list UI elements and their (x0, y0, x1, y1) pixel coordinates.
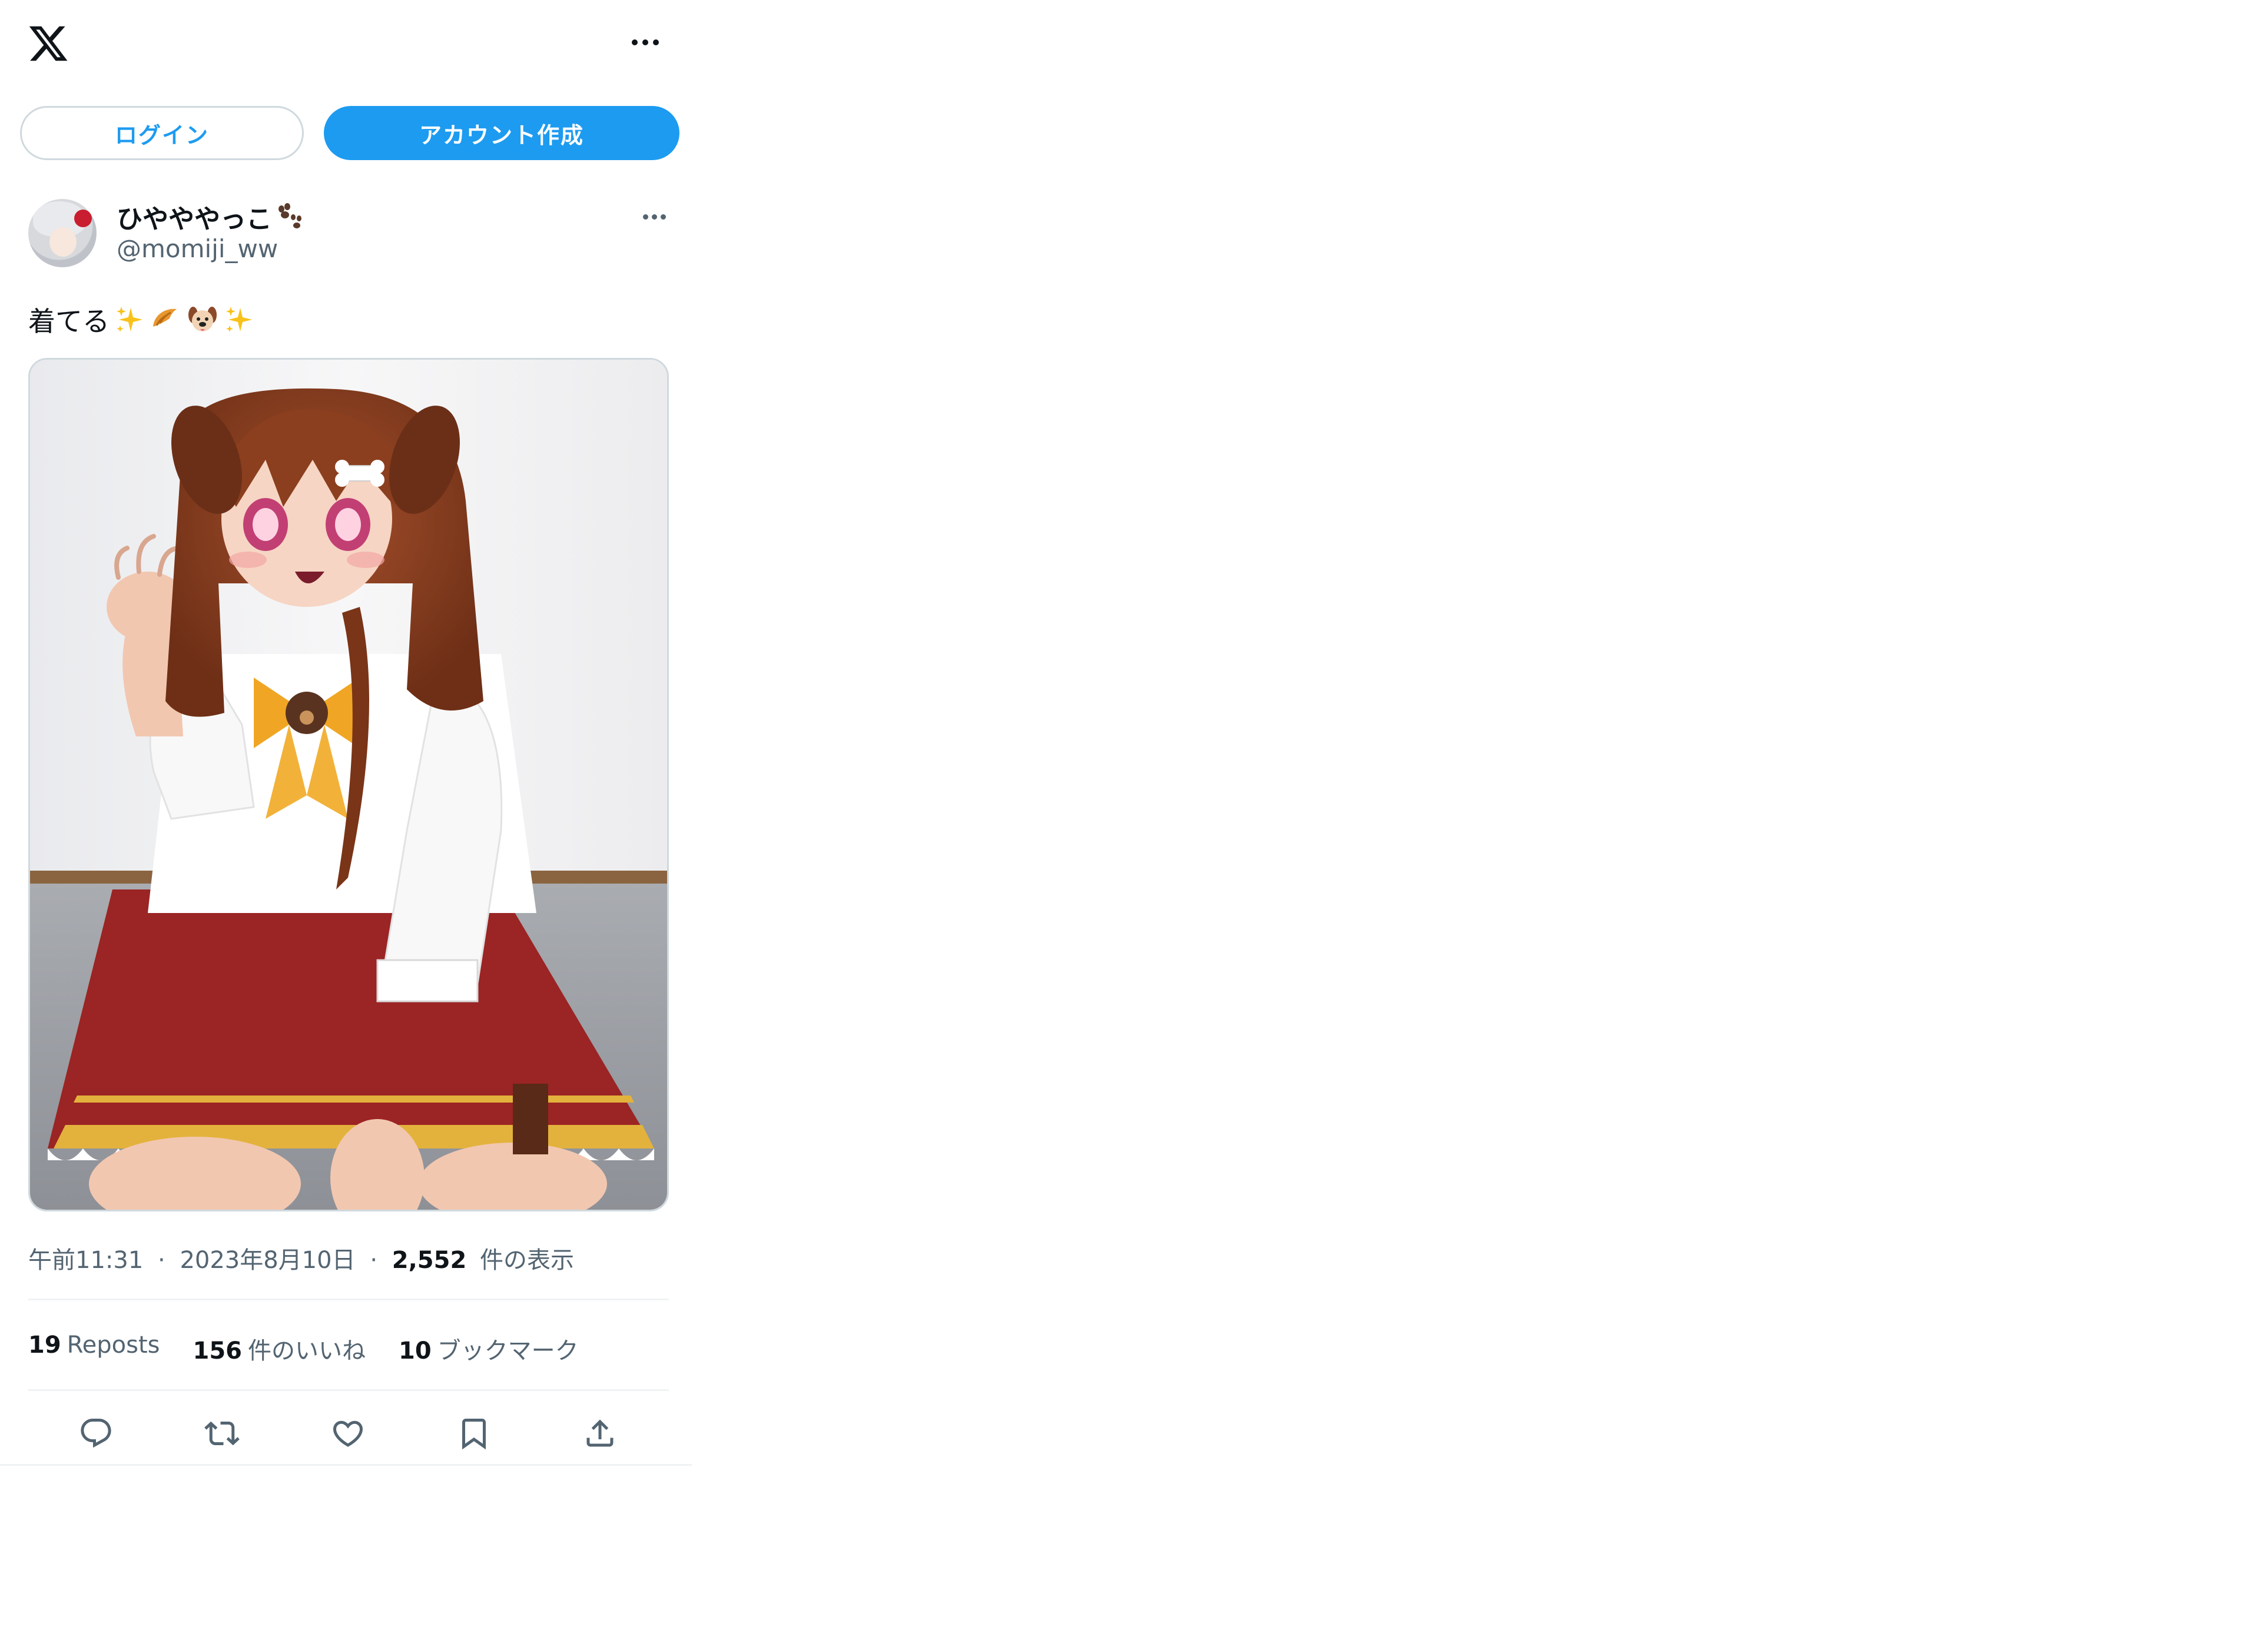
bookmarks-stat[interactable]: 10 ブックマーク (399, 1332, 579, 1366)
dot (651, 214, 657, 220)
reposts-label: Reposts (67, 1332, 160, 1359)
divider (28, 1389, 669, 1391)
repost-icon[interactable] (201, 1413, 243, 1454)
bookmarks-count: 10 (399, 1337, 432, 1365)
tweet-text-body: 着てる (28, 306, 110, 337)
tweet-column: ログイン アカウント作成 ひやややっこ @momiji_ww 着てる 午前11:… (0, 0, 692, 1466)
tweet-text: 着てる (28, 300, 256, 339)
dog-face-icon (186, 303, 219, 336)
sparkles-icon (223, 303, 256, 336)
avatar[interactable] (28, 199, 97, 267)
dot (642, 214, 648, 220)
reposts-stat[interactable]: 19 Reposts (28, 1332, 160, 1366)
reply-icon[interactable] (75, 1413, 117, 1454)
more-horizontal-icon[interactable] (629, 31, 662, 54)
reposts-count: 19 (28, 1332, 61, 1359)
tweet-photo[interactable] (28, 358, 669, 1211)
bookmarks-label: ブックマーク (437, 1337, 579, 1365)
bookmark-icon[interactable] (453, 1413, 495, 1454)
share-icon[interactable] (579, 1413, 621, 1454)
likes-stat[interactable]: 156 件のいいね (193, 1332, 366, 1366)
dot (642, 39, 648, 45)
croissant-icon (150, 303, 183, 336)
views-label: 件の表示 (480, 1247, 574, 1274)
display-name[interactable]: ひやややっこ (117, 198, 304, 235)
paw-prints-icon (274, 202, 304, 231)
login-button[interactable]: ログイン (20, 106, 304, 160)
display-name-text: ひやややっこ (117, 204, 272, 234)
x-logo-icon[interactable] (27, 22, 69, 65)
tweet-more-icon[interactable] (641, 205, 668, 228)
sparkles-icon (113, 303, 146, 336)
tweet-date[interactable]: 2023年8月10日 (180, 1247, 355, 1274)
meta-separator: · (370, 1247, 378, 1274)
tweet-stats: 19 Reposts 156 件のいいね 10 ブックマーク (28, 1332, 579, 1366)
dot (653, 39, 659, 45)
views-count: 2,552 (392, 1247, 467, 1274)
tweet-meta: 午前11:31 · 2023年8月10日 · 2,552 件の表示 (28, 1241, 574, 1275)
likes-label: 件のいいね (248, 1337, 366, 1365)
signup-button[interactable]: アカウント作成 (324, 106, 679, 160)
dot (632, 39, 638, 45)
like-icon[interactable] (327, 1413, 369, 1454)
likes-count: 156 (193, 1337, 243, 1365)
divider (28, 1299, 669, 1300)
tweet-time[interactable]: 午前11:31 (28, 1247, 143, 1274)
dot (660, 214, 666, 220)
user-handle[interactable]: @momiji_ww (117, 234, 278, 263)
meta-separator: · (158, 1247, 165, 1274)
